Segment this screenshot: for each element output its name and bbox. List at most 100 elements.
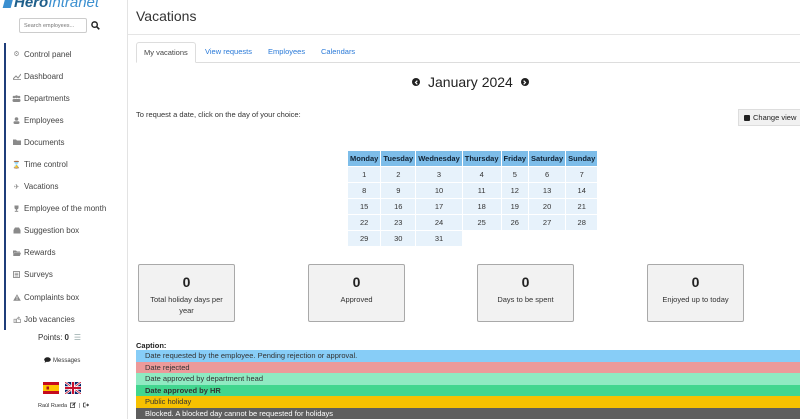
search-input[interactable] bbox=[19, 18, 87, 33]
calendar-day[interactable]: 6 bbox=[528, 166, 567, 183]
title-divider bbox=[128, 34, 800, 35]
calendar-day[interactable]: 7 bbox=[565, 166, 599, 183]
warning-icon bbox=[12, 293, 21, 301]
user-area: Raúl Rueda | bbox=[38, 402, 90, 410]
calendar-day[interactable]: 2 bbox=[380, 166, 417, 183]
sidebar-item-job-vacancies[interactable]: Job vacancies bbox=[4, 308, 128, 331]
points-value: 0 bbox=[64, 333, 69, 342]
calendar-day[interactable]: 4 bbox=[461, 166, 502, 183]
calendar-day[interactable]: 31 bbox=[415, 230, 463, 247]
calendar-week-row: 22 23 24 25 26 27 28 bbox=[346, 214, 599, 231]
calendar-day[interactable]: 18 bbox=[461, 198, 502, 215]
tab-employees[interactable]: Employees bbox=[268, 42, 305, 63]
calendar-day[interactable]: 30 bbox=[380, 230, 417, 247]
spain-flag-icon[interactable] bbox=[43, 382, 59, 394]
calendar-week-row: 29 30 31 bbox=[346, 230, 599, 247]
sidebar-item-dashboard[interactable]: Dashboard bbox=[4, 65, 128, 88]
list-icon[interactable]: ☰ bbox=[74, 333, 81, 342]
calendar-day[interactable]: 26 bbox=[500, 214, 530, 231]
legend-row: Date approved by department head bbox=[136, 373, 800, 385]
calendar-day[interactable]: 23 bbox=[380, 214, 417, 231]
main-content: Vacations My vacations View requests Emp… bbox=[128, 0, 800, 419]
calendar-day[interactable]: 29 bbox=[346, 230, 382, 247]
sidebar-item-label: Employees bbox=[24, 115, 64, 125]
weekday-header: Friday bbox=[500, 150, 530, 167]
calendar-day[interactable]: 25 bbox=[461, 214, 502, 231]
search-icon[interactable] bbox=[91, 20, 101, 31]
calendar-empty-cell bbox=[528, 230, 567, 247]
sidebar-item-employees[interactable]: Employees bbox=[4, 109, 128, 132]
sidebar-item-surveys[interactable]: Surveys bbox=[4, 263, 128, 287]
calendar-day[interactable]: 28 bbox=[565, 214, 599, 231]
stat-value: 0 bbox=[521, 274, 530, 290]
calendar-day[interactable]: 5 bbox=[500, 166, 530, 183]
calendar-day[interactable]: 24 bbox=[415, 214, 463, 231]
sidebar-item-departments[interactable]: Departments bbox=[4, 87, 128, 110]
sidebar-item-vacations[interactable]: ✈ Vacations bbox=[4, 175, 128, 198]
calendar-day[interactable]: 17 bbox=[415, 198, 463, 215]
stat-label: Days to be spent bbox=[497, 295, 554, 304]
logout-icon[interactable] bbox=[83, 402, 90, 410]
tab-view-requests[interactable]: View requests bbox=[205, 42, 252, 63]
user-icon bbox=[12, 116, 21, 124]
sidebar-item-label: Departments bbox=[24, 93, 70, 103]
calendar-day[interactable]: 1 bbox=[346, 166, 382, 183]
previous-month-icon[interactable] bbox=[412, 78, 420, 86]
stat-value: 0 bbox=[691, 274, 700, 290]
sidebar-item-suggestion-box[interactable]: Suggestion box bbox=[4, 219, 128, 242]
calendar-day[interactable]: 21 bbox=[565, 198, 599, 215]
stat-total-holiday-days: 0 Total holiday days per year bbox=[138, 264, 235, 322]
page-title: Vacations bbox=[136, 8, 197, 24]
calendar-day[interactable]: 14 bbox=[565, 182, 599, 199]
change-view-button[interactable]: Change view bbox=[738, 109, 800, 126]
sidebar-item-documents[interactable]: Documents bbox=[4, 131, 128, 154]
calendar-day[interactable]: 16 bbox=[380, 198, 417, 215]
user-separator: | bbox=[79, 403, 81, 409]
sidebar-item-control-panel[interactable]: ⚙ Control panel bbox=[4, 43, 128, 66]
sidebar-item-rewards[interactable]: Rewards bbox=[4, 241, 128, 264]
logo-mark-icon bbox=[2, 0, 14, 9]
calendar-day[interactable]: 15 bbox=[346, 198, 382, 215]
messages-link[interactable]: Messages bbox=[44, 357, 80, 365]
logo-text-hero: Hero bbox=[14, 0, 49, 11]
calendar-day[interactable]: 27 bbox=[528, 214, 567, 231]
calendar-empty-cell bbox=[461, 230, 502, 247]
folder-open-icon bbox=[12, 249, 21, 257]
calendar-empty-cell bbox=[500, 230, 530, 247]
sidebar-item-time-control[interactable]: ⌛ Time control bbox=[4, 153, 128, 176]
change-view-label: Change view bbox=[753, 113, 797, 122]
calendar-day[interactable]: 3 bbox=[415, 166, 463, 183]
calendar-day[interactable]: 10 bbox=[415, 182, 463, 199]
calendar-day[interactable]: 22 bbox=[346, 214, 382, 231]
sidebar-item-complaints-box[interactable]: Complaints box bbox=[4, 286, 128, 309]
calendar-day[interactable]: 13 bbox=[528, 182, 567, 199]
calendar-day[interactable]: 20 bbox=[528, 198, 567, 215]
legend-row: Public holiday bbox=[136, 396, 800, 408]
legend-row: Blocked. A blocked day cannot be request… bbox=[136, 407, 800, 419]
calendar-day[interactable]: 8 bbox=[346, 182, 382, 199]
users-icon bbox=[12, 94, 21, 102]
tab-my-vacations[interactable]: My vacations bbox=[136, 42, 196, 63]
request-instruction: To request a date, click on the day of y… bbox=[136, 110, 301, 119]
user-name[interactable]: Raúl Rueda bbox=[38, 403, 67, 409]
app-logo[interactable]: HeroIntranet bbox=[2, 0, 99, 11]
vacation-tabs: My vacations View requests Employees Cal… bbox=[136, 42, 800, 63]
uk-flag-icon[interactable] bbox=[65, 382, 81, 394]
stat-approved: 0 Approved bbox=[308, 264, 405, 322]
edit-profile-icon[interactable] bbox=[70, 402, 76, 410]
calendar-day[interactable]: 12 bbox=[500, 182, 530, 199]
tab-calendars[interactable]: Calendars bbox=[321, 42, 355, 63]
next-month-icon[interactable] bbox=[520, 78, 529, 86]
weekday-header: Monday bbox=[346, 150, 382, 167]
calendar-day[interactable]: 9 bbox=[380, 182, 417, 199]
weekday-header: Wednesday bbox=[415, 150, 463, 167]
stat-label: Total holiday days per year bbox=[150, 295, 223, 315]
calendar-day[interactable]: 19 bbox=[500, 198, 530, 215]
points-display: Points: 0 ☰ bbox=[38, 333, 81, 342]
sidebar-item-employee-of-the-month[interactable]: Employee of the month bbox=[4, 197, 128, 220]
calendar-day[interactable]: 11 bbox=[461, 182, 502, 199]
messages-label: Messages bbox=[53, 358, 81, 364]
calendar-week-row: 1 2 3 4 5 6 7 bbox=[346, 166, 599, 183]
sidebar-item-label: Surveys bbox=[24, 270, 53, 280]
calendar-icon bbox=[744, 114, 750, 121]
